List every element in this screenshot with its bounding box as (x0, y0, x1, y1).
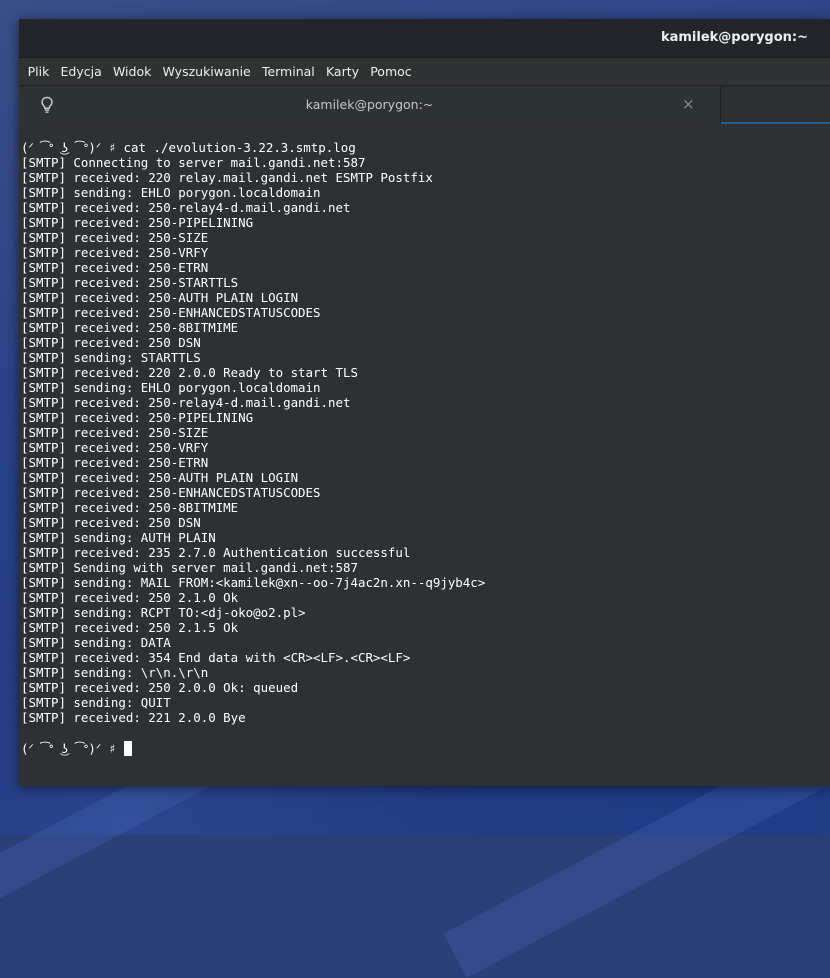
log-line: [SMTP] received: 250-PIPELINING (21, 410, 254, 425)
close-icon[interactable]: × (682, 95, 695, 113)
log-line: [SMTP] received: 250-relay4-d.mail.gandi… (21, 395, 351, 410)
log-line: [SMTP] received: 250 DSN (21, 515, 201, 530)
log-line: [SMTP] Sending with server mail.gandi.ne… (21, 560, 358, 575)
log-line: [SMTP] received: 354 End data with <CR><… (21, 650, 411, 665)
log-line: [SMTP] received: 220 2.0.0 Ready to star… (21, 365, 358, 380)
menu-bar: Plik Edycja Widok Wyszukiwanie Terminal … (19, 58, 830, 85)
log-line: [SMTP] received: 221 2.0.0 Bye (21, 710, 246, 725)
log-line: [SMTP] received: 250-SIZE (21, 425, 209, 440)
log-line: [SMTP] received: 250 2.1.0 Ok (21, 590, 239, 605)
log-line: [SMTP] sending: RCPT TO:<dj-oko@o2.pl> (21, 605, 306, 620)
prompt-line[interactable]: (ᐟ ͡ᐤ ͜ʖ ͡ᐤ)ᐟ ♯ (21, 741, 132, 756)
log-line: [SMTP] sending: EHLO porygon.localdomain (21, 185, 321, 200)
log-line: [SMTP] received: 250-ENHANCEDSTATUSCODES (21, 485, 321, 500)
window-titlebar[interactable]: kamilek@porygon:~ (19, 19, 830, 58)
command-line: (ᐟ ͡ᐤ ͜ʖ ͡ᐤ)ᐟ ♯ cat ./evolution-3.22.3.s… (21, 140, 356, 155)
log-line: [SMTP] received: 250 DSN (21, 335, 201, 350)
menu-item-karty[interactable]: Karty (320, 64, 364, 79)
log-line: [SMTP] received: 250-ETRN (21, 455, 209, 470)
menu-item-pomoc[interactable]: Pomoc (365, 64, 418, 79)
log-line: [SMTP] received: 250-STARTTLS (21, 275, 239, 290)
tab-title: kamilek@porygon:~ (305, 97, 434, 112)
log-line: [SMTP] sending: DATA (21, 635, 171, 650)
log-line: [SMTP] received: 250-ENHANCEDSTATUSCODES (21, 305, 321, 320)
menu-item-plik[interactable]: Plik (22, 64, 55, 79)
log-line: [SMTP] sending: STARTTLS (21, 350, 201, 365)
text-cursor (123, 741, 132, 756)
log-line: [SMTP] received: 250-PIPELINING (21, 215, 254, 230)
log-line: [SMTP] Connecting to server mail.gandi.n… (21, 155, 366, 170)
terminal-window: kamilek@porygon:~ Plik Edycja Widok Wysz… (19, 19, 830, 786)
window-title: kamilek@porygon:~ (660, 30, 808, 45)
shell-prompt: (ᐟ ͡ᐤ ͜ʖ ͡ᐤ)ᐟ ♯ (21, 741, 124, 756)
tab-bar-empty-area (721, 86, 830, 124)
log-line: [SMTP] received: 250-AUTH PLAIN LOGIN (21, 470, 299, 485)
log-line: [SMTP] sending: EHLO porygon.localdomain (21, 380, 321, 395)
tab-terminal[interactable]: kamilek@porygon:~ × (19, 86, 721, 124)
log-line: [SMTP] received: 250-8BITMIME (21, 320, 239, 335)
log-line: [SMTP] received: 250-ETRN (21, 260, 209, 275)
log-line: [SMTP] sending: MAIL FROM:<kamilek@xn--o… (21, 575, 486, 590)
log-line: [SMTP] sending: AUTH PLAIN (21, 530, 216, 545)
tab-bar: kamilek@porygon:~ × (19, 85, 830, 125)
menu-item-edycja[interactable]: Edycja (55, 64, 107, 79)
menu-item-wyszukiwanie[interactable]: Wyszukiwanie (157, 64, 256, 79)
terminal-output[interactable]: (ᐟ ͡ᐤ ͜ʖ ͡ᐤ)ᐟ ♯ cat ./evolution-3.22.3.s… (19, 124, 830, 786)
log-line: [SMTP] received: 250-SIZE (21, 230, 209, 245)
menu-item-terminal[interactable]: Terminal (256, 64, 320, 79)
log-line: [SMTP] received: 250-relay4-d.mail.gandi… (21, 200, 351, 215)
log-line: [SMTP] received: 250-VRFY (21, 440, 209, 455)
log-line: [SMTP] received: 250-AUTH PLAIN LOGIN (21, 290, 299, 305)
log-line: [SMTP] sending: \r\n.\r\n (21, 665, 209, 680)
log-line: [SMTP] received: 250 2.0.0 Ok: queued (21, 680, 299, 695)
log-line: [SMTP] received: 250 2.1.5 Ok (21, 620, 239, 635)
log-line: [SMTP] received: 220 relay.mail.gandi.ne… (21, 170, 433, 185)
log-line: [SMTP] sending: QUIT (21, 695, 171, 710)
log-line: [SMTP] received: 250-VRFY (21, 245, 209, 260)
menu-item-widok[interactable]: Widok (107, 64, 157, 79)
terminal-lines: (ᐟ ͡ᐤ ͜ʖ ͡ᐤ)ᐟ ♯ cat ./evolution-3.22.3.s… (21, 140, 485, 725)
log-line: [SMTP] received: 235 2.7.0 Authenticatio… (21, 545, 411, 560)
log-line: [SMTP] received: 250-8BITMIME (21, 500, 239, 515)
